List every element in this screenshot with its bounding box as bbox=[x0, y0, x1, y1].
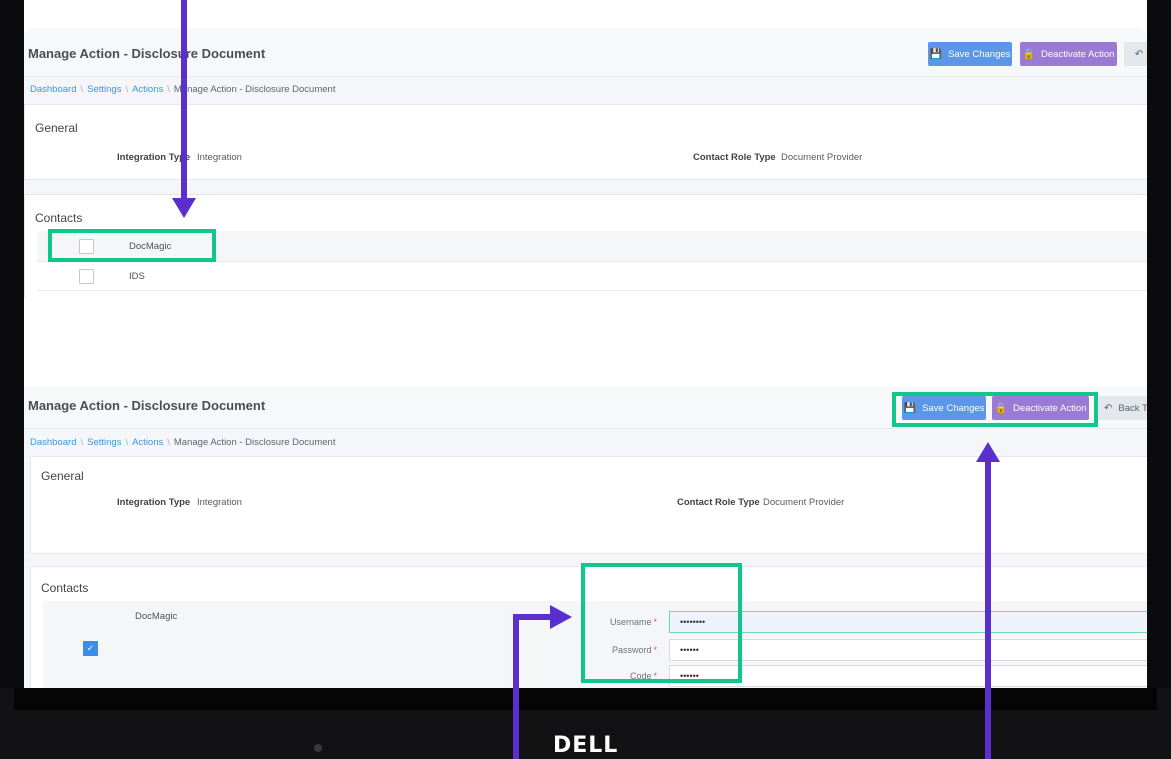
reply-arrow-icon: ↶ bbox=[1134, 48, 1144, 60]
breadcrumb-separator: \ bbox=[167, 84, 170, 95]
breadcrumb-current: Manage Action - Disclosure Document bbox=[173, 437, 336, 448]
floppy-disk-icon: 💾 bbox=[929, 48, 943, 60]
contact-checkbox[interactable] bbox=[79, 269, 94, 284]
camera-icon bbox=[314, 744, 322, 752]
breadcrumb-current: Manage Action - Disclosure Document bbox=[173, 84, 336, 95]
breadcrumb-separator: \ bbox=[80, 437, 84, 448]
contacts-title: Contacts bbox=[41, 581, 89, 595]
dell-logo: DELL bbox=[553, 733, 619, 758]
highlight-box-credentials bbox=[581, 563, 742, 683]
contact-role-type-value: Document Provider bbox=[781, 152, 863, 163]
save-changes-button[interactable]: 💾 Save Changes bbox=[928, 42, 1012, 66]
contact-name: DocMagic bbox=[135, 611, 178, 622]
laptop-frame-left bbox=[0, 0, 24, 759]
integration-type-label: Integration Type bbox=[117, 497, 191, 508]
breadcrumb-separator: \ bbox=[167, 437, 170, 448]
contact-role-type-label: Contact Role Type bbox=[693, 152, 776, 163]
contact-role-type-value: Document Provider bbox=[763, 497, 845, 508]
screen-bottom-edge bbox=[14, 688, 1157, 710]
reply-arrow-icon: ↶ bbox=[1104, 402, 1113, 414]
breadcrumb-settings[interactable]: Settings bbox=[87, 437, 121, 448]
general-card: General Integration Type Integration Con… bbox=[24, 104, 1147, 180]
integration-type-value: Integration bbox=[197, 152, 242, 163]
integration-type-value: Integration bbox=[197, 497, 242, 508]
contact-role-type-label: Contact Role Type bbox=[677, 497, 760, 508]
general-card: General Integration Type Integration Con… bbox=[30, 456, 1147, 554]
lock-icon: 🔒 bbox=[1022, 48, 1036, 60]
highlight-box-buttons bbox=[892, 392, 1098, 427]
integration-type-label: Integration Type bbox=[117, 152, 191, 163]
breadcrumb: Dashboard \ Settings \ Actions \ Manage Action… bbox=[30, 437, 335, 448]
top-bezel bbox=[0, 0, 1171, 24]
save-changes-label: Save Changes bbox=[948, 48, 1011, 60]
deactivate-action-button[interactable]: 🔒 Deactivate Action bbox=[1020, 42, 1117, 66]
contact-row-ids[interactable]: IDS bbox=[37, 262, 1147, 291]
contact-name: IDS bbox=[129, 271, 145, 282]
contacts-title: Contacts bbox=[35, 211, 83, 225]
check-icon: ✓ bbox=[86, 643, 95, 653]
page-title: Manage Action - Disclosure Document bbox=[28, 398, 266, 413]
breadcrumb-actions[interactable]: Actions bbox=[132, 84, 163, 95]
back-button[interactable]: ↶ Back To bbox=[1096, 396, 1147, 420]
breadcrumb-separator: \ bbox=[125, 437, 129, 448]
general-title: General bbox=[41, 469, 84, 483]
laptop-frame-right bbox=[1147, 0, 1171, 759]
breadcrumb-settings[interactable]: Settings bbox=[87, 84, 121, 95]
breadcrumb-actions[interactable]: Actions bbox=[132, 437, 163, 448]
general-title: General bbox=[35, 121, 78, 135]
page-header: Manage Action - Disclosure Document 💾 Sa… bbox=[24, 28, 1147, 77]
back-button[interactable]: ↶ bbox=[1124, 42, 1147, 66]
breadcrumb-separator: \ bbox=[125, 84, 129, 95]
breadcrumb: Dashboard \ Settings \ Actions \ Manage Action… bbox=[30, 84, 335, 95]
breadcrumb-dashboard[interactable]: Dashboard bbox=[30, 437, 76, 448]
breadcrumb-separator: \ bbox=[80, 84, 84, 95]
back-label: Back To bbox=[1118, 402, 1147, 414]
page-title: Manage Action - Disclosure Document bbox=[28, 46, 266, 61]
highlight-box-docmagic bbox=[48, 229, 216, 262]
contact-checkbox-checked[interactable]: ✓ bbox=[83, 641, 98, 656]
deactivate-action-label: Deactivate Action bbox=[1041, 48, 1115, 60]
breadcrumb-dashboard[interactable]: Dashboard bbox=[30, 84, 76, 95]
